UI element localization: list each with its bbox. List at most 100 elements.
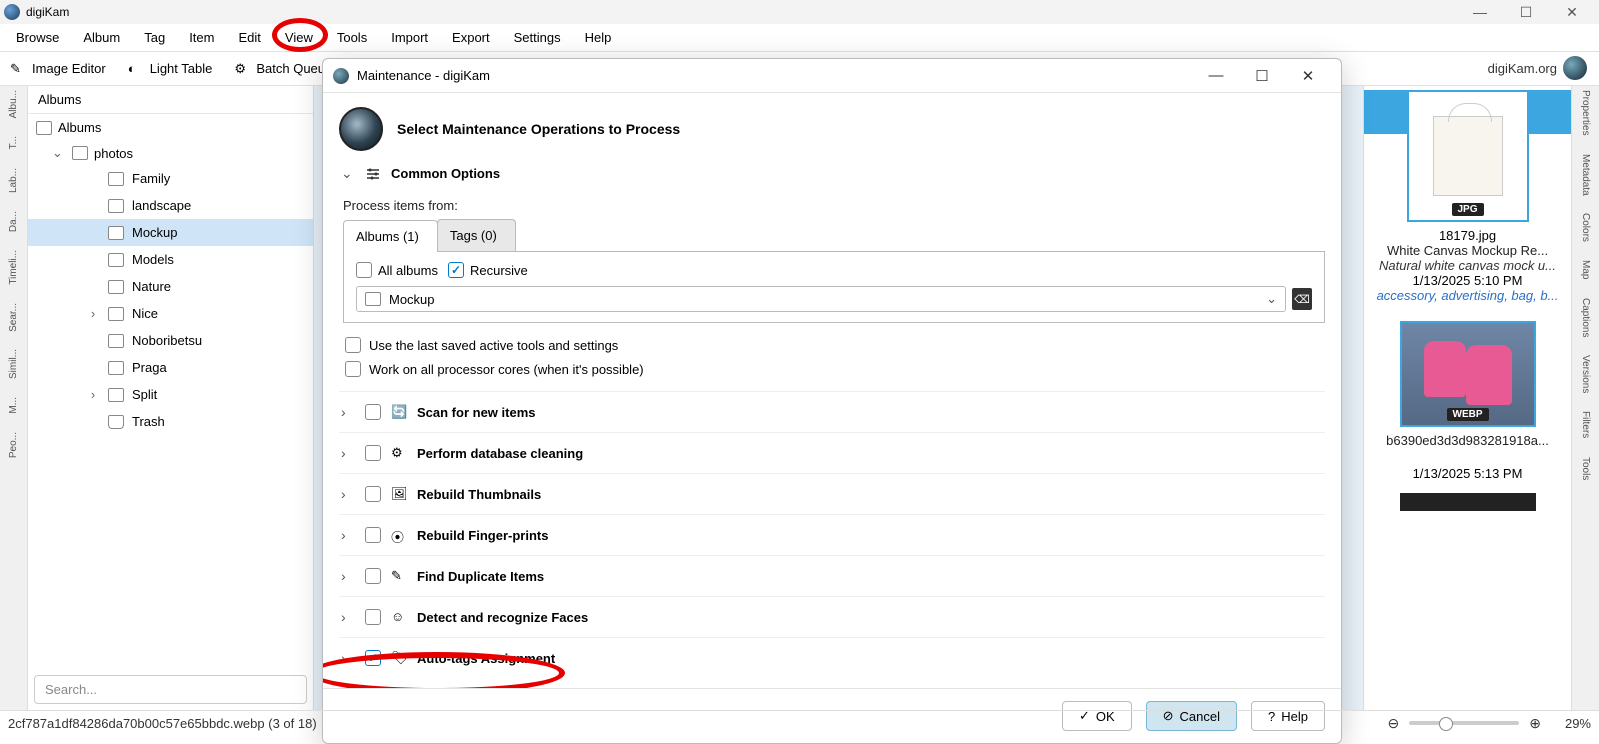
thumbnail-3[interactable] [1400,493,1536,511]
menu-import[interactable]: Import [379,26,440,49]
right-tab-colors[interactable]: Colors [1580,213,1591,242]
right-tab-versions[interactable]: Versions [1580,355,1591,393]
window-min-button[interactable]: ― [1457,0,1503,24]
dialog-app-icon [333,68,349,84]
folder-icon [108,253,124,267]
left-tab-da[interactable]: Da... [8,211,19,232]
op-icon: ☺ [391,609,407,625]
zoom-slider[interactable] [1409,721,1519,725]
menu-settings[interactable]: Settings [502,26,573,49]
chevron-right-icon[interactable] [341,404,355,420]
album-noboribetsu[interactable]: ›Noboribetsu [28,327,313,354]
checkbox-op[interactable] [365,527,381,543]
album-nice[interactable]: ›Nice [28,300,313,327]
app-icon [4,4,20,20]
sidebar-photos[interactable]: ⌄ photos [28,141,313,165]
right-tab-tools[interactable]: Tools [1580,457,1591,480]
album-split[interactable]: ›Split [28,381,313,408]
album-label: Nature [132,279,171,294]
center-area: Maintenance - digiKam ― ☐ ✕ Select Maint… [314,86,1363,710]
dialog-min-button[interactable]: ― [1193,67,1239,84]
brand-logo-icon [1563,56,1587,80]
album-praga[interactable]: ›Praga [28,354,313,381]
album-label: Models [132,252,174,267]
menu-browse[interactable]: Browse [4,26,71,49]
album-models[interactable]: ›Models [28,246,313,273]
left-tab-timeli[interactable]: Timeli... [8,250,19,285]
thumb2-filename: b6390ed3d3d983281918a... [1368,433,1567,448]
menu-item[interactable]: Item [177,26,226,49]
left-tab-m[interactable]: M... [8,397,19,414]
chevron-right-icon[interactable]: › [86,306,100,321]
checkbox-op[interactable] [365,445,381,461]
menu-tag[interactable]: Tag [132,26,177,49]
checkbox-op[interactable] [365,609,381,625]
left-tab-t[interactable]: T... [8,136,19,149]
checkbox-all-cores[interactable] [345,361,361,377]
chevron-right-icon[interactable] [341,568,355,584]
menu-view[interactable]: View [273,26,325,49]
chevron-right-icon[interactable] [341,486,355,502]
menu-album[interactable]: Album [71,26,132,49]
right-rail: Properties Metadata Colors Map Captions Versi… [1571,86,1599,710]
zoom-in-icon[interactable]: ⊕ [1529,715,1541,732]
left-tab-albu[interactable]: Albu... [8,90,19,118]
tab-albums[interactable]: Albums (1) [343,220,438,252]
thumb1-desc: White Canvas Mockup Re... [1368,243,1567,258]
left-tab-simil[interactable]: Simil... [8,349,19,379]
menu-help[interactable]: Help [573,26,624,49]
menu-edit[interactable]: Edit [226,26,272,49]
chevron-right-icon[interactable] [341,445,355,461]
folder-icon [365,292,381,306]
chevron-right-icon[interactable] [341,609,355,625]
checkbox-last-saved[interactable] [345,337,361,353]
zoom-value: 29% [1551,716,1591,731]
checkbox-all-albums[interactable] [356,262,372,278]
checkbox-op[interactable] [365,650,381,666]
tool-image-editor[interactable]: ✎Image Editor [10,61,106,77]
checkbox-op[interactable] [365,568,381,584]
clear-album-button[interactable]: ⌫ [1292,288,1312,310]
right-tab-properties[interactable]: Properties [1580,90,1591,136]
right-tab-map[interactable]: Map [1580,260,1591,279]
window-max-button[interactable]: ☐ [1503,0,1549,24]
chevron-right-icon[interactable] [341,527,355,543]
chevron-right-icon[interactable]: › [86,387,100,402]
album-nature[interactable]: ›Nature [28,273,313,300]
tool-batch-queue[interactable]: ⚙Batch Queue [234,61,332,77]
album-dropdown[interactable]: Mockup ⌄ [356,286,1286,312]
menu-export[interactable]: Export [440,26,502,49]
chevron-right-icon[interactable] [341,650,355,666]
right-tab-captions[interactable]: Captions [1580,298,1591,337]
right-tab-filters[interactable]: Filters [1580,411,1591,438]
thumbnail-2[interactable]: WEBP [1400,321,1536,427]
chevron-down-icon: ⌄ [1266,291,1277,307]
tool-light-table[interactable]: ◐Light Table [128,61,213,77]
sidebar-root[interactable]: Albums [28,114,313,141]
album-family[interactable]: ›Family [28,165,313,192]
thumb-content [1433,116,1503,196]
dialog-close-button[interactable]: ✕ [1285,67,1331,85]
window-close-button[interactable]: ✕ [1549,0,1595,24]
thumbnail-1[interactable]: JPG [1407,90,1529,222]
zoom-out-icon[interactable]: ⊖ [1388,715,1400,732]
album-landscape[interactable]: ›landscape [28,192,313,219]
checkbox-op[interactable] [365,404,381,420]
chevron-down-icon[interactable] [341,165,355,182]
tab-tags[interactable]: Tags (0) [437,219,516,251]
album-label: Noboribetsu [132,333,202,348]
left-tab-lab[interactable]: Lab... [8,168,19,193]
checkbox-op[interactable] [365,486,381,502]
dialog-max-button[interactable]: ☐ [1239,67,1285,85]
album-mockup[interactable]: ›Mockup [28,219,313,246]
left-tab-peo[interactable]: Peo... [8,432,19,458]
folder-icon [108,307,124,321]
album-trash[interactable]: ›Trash [28,408,313,435]
checkbox-recursive[interactable] [448,262,464,278]
right-tab-metadata[interactable]: Metadata [1580,154,1591,196]
left-tab-sear[interactable]: Sear... [8,303,19,332]
search-input[interactable]: Search... [34,675,307,704]
menu-tools[interactable]: Tools [325,26,379,49]
op-label: Perform database cleaning [417,446,583,461]
op-icon: ✎ [391,568,407,584]
